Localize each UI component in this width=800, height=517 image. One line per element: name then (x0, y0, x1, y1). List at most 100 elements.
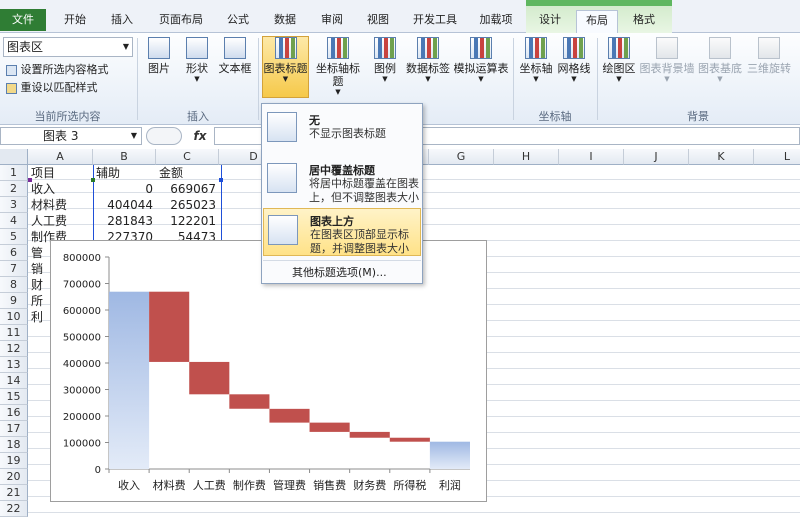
cell-A1[interactable]: 项目 (29, 165, 92, 181)
tab-item[interactable]: 数据 (265, 10, 305, 32)
group-label-insert: 插入 (187, 110, 209, 123)
row-header[interactable]: 14 (0, 373, 28, 389)
gridlines-label: 网格线 (557, 62, 591, 75)
cell-A3[interactable]: 材料费 (29, 197, 92, 213)
data-labels-button[interactable]: 数据标签 ▼ (405, 37, 451, 83)
row-header[interactable]: 15 (0, 389, 28, 405)
tab-item[interactable]: 开发工具 (404, 10, 466, 32)
cost-bar (269, 408, 310, 423)
plot-area-button[interactable]: 绘图区 ▼ (601, 37, 637, 83)
column-header[interactable]: H (494, 149, 559, 165)
row-header[interactable]: 1 (0, 165, 28, 181)
reset-style-button[interactable]: 重设以匹配样式 (6, 79, 98, 95)
group-separator (137, 38, 138, 120)
column-header[interactable]: L (754, 149, 800, 165)
tab-item[interactable]: 公式 (218, 10, 258, 32)
gridlines-button[interactable]: 网格线 ▼ (556, 37, 592, 83)
row-header[interactable]: 19 (0, 453, 28, 469)
chart-title-button[interactable]: 图表标题 ▼ (262, 36, 309, 98)
row-header[interactable]: 2 (0, 181, 28, 197)
data-table-button[interactable]: 模拟运算表 ▼ (453, 37, 509, 83)
tab-item[interactable]: 视图 (358, 10, 398, 32)
column-header[interactable]: C (156, 149, 219, 165)
legend-button[interactable]: 图例 ▼ (370, 37, 400, 83)
chart-floor-button[interactable]: 图表基底 ▼ (697, 37, 743, 83)
formula-cancel-enter-button[interactable] (146, 127, 182, 145)
cell-A2[interactable]: 收入 (29, 181, 92, 197)
chevron-down-icon: ▼ (194, 75, 200, 83)
shapes-button[interactable]: 形状 ▼ (180, 37, 214, 83)
tab-item[interactable]: 设计 (528, 10, 572, 32)
range-handle[interactable] (91, 178, 95, 182)
chart-floor-icon (709, 37, 731, 59)
column-header[interactable]: A (28, 149, 93, 165)
name-box[interactable]: 图表 3 ▼ (0, 127, 142, 145)
chevron-down-icon: ▼ (616, 75, 622, 83)
menu-item-none[interactable]: 无 不显示图表标题 (263, 106, 421, 154)
chart-wall-label: 图表背景墙 (639, 62, 695, 75)
row-header[interactable]: 18 (0, 437, 28, 453)
row-header[interactable]: 7 (0, 261, 28, 277)
selection-range (93, 165, 222, 245)
row-header[interactable]: 20 (0, 469, 28, 485)
tab-item[interactable]: 审阅 (312, 10, 352, 32)
column-header[interactable]: B (93, 149, 156, 165)
row-header[interactable]: 9 (0, 293, 28, 309)
row-header[interactable]: 21 (0, 485, 28, 501)
plot-area-icon (608, 37, 630, 59)
function-icon[interactable]: fx (190, 127, 210, 145)
row-header[interactable]: 13 (0, 357, 28, 373)
plot-area-label: 绘图区 (602, 62, 636, 75)
column-header[interactable]: J (624, 149, 689, 165)
row-header[interactable]: 11 (0, 325, 28, 341)
cost-bar (229, 394, 270, 409)
picture-button[interactable]: 图片 (143, 37, 175, 75)
row-header[interactable]: 5 (0, 229, 28, 245)
select-all-corner[interactable] (0, 149, 28, 165)
tab-item[interactable]: 布局 (576, 10, 618, 34)
above-title-icon (268, 215, 298, 245)
column-header[interactable]: I (559, 149, 624, 165)
range-handle[interactable] (28, 178, 32, 182)
tab-file[interactable]: 文件 (0, 9, 46, 31)
reset-icon (6, 82, 17, 94)
data-labels-label: 数据标签 (406, 62, 450, 75)
row-header[interactable]: 4 (0, 213, 28, 229)
row-header[interactable]: 17 (0, 421, 28, 437)
menu-item-above-chart[interactable]: 图表上方 在图表区顶部显示标题，并调整图表大小 (263, 208, 421, 256)
chart-wall-button[interactable]: 图表背景墙 ▼ (639, 37, 695, 83)
x-tick-label: 制作费 (233, 479, 266, 492)
row-header[interactable]: 16 (0, 405, 28, 421)
tab-item[interactable]: 开始 (54, 10, 96, 32)
chart-element-combo-value: 图表区 (7, 40, 44, 54)
range-handle[interactable] (219, 178, 223, 182)
tab-item[interactable]: 格式 (622, 10, 666, 32)
reset-style-label: 重设以匹配样式 (20, 81, 98, 94)
column-header[interactable]: G (429, 149, 494, 165)
row-header[interactable]: 3 (0, 197, 28, 213)
axis-titles-button[interactable]: 坐标轴标题 ▼ (311, 37, 365, 96)
textbox-button[interactable]: 文本框 (217, 37, 253, 75)
3d-rotation-button[interactable]: 三维旋转 (745, 37, 793, 75)
chevron-down-icon: ▼ (717, 75, 723, 83)
name-box-value: 图表 3 (43, 129, 79, 143)
tab-item[interactable]: 插入 (101, 10, 143, 32)
row-header[interactable]: 8 (0, 277, 28, 293)
row-header[interactable]: 10 (0, 309, 28, 325)
tab-item[interactable]: 页面布局 (150, 10, 212, 32)
axes-button[interactable]: 坐标轴 ▼ (518, 37, 554, 83)
row-header[interactable]: 6 (0, 245, 28, 261)
cell-A4[interactable]: 人工费 (29, 213, 92, 229)
y-tick-label: 0 (95, 465, 101, 476)
row-header[interactable]: 22 (0, 501, 28, 517)
more-title-options[interactable]: 其他标题选项(M)... (292, 264, 387, 280)
y-tick-label: 500000 (63, 333, 101, 344)
menu-item-centered-overlay[interactable]: 居中覆盖标题 将居中标题覆盖在图表上，但不调整图表大小 (263, 157, 421, 205)
row-header[interactable]: 12 (0, 341, 28, 357)
column-header[interactable]: K (689, 149, 754, 165)
y-tick-label: 600000 (63, 306, 101, 317)
format-selection-button[interactable]: 设置所选内容格式 (6, 61, 109, 77)
menu-item-title: 图表上方 (310, 215, 354, 228)
tab-item[interactable]: 加载项 (472, 10, 520, 32)
chart-element-combo[interactable]: 图表区 ▼ (3, 37, 133, 57)
